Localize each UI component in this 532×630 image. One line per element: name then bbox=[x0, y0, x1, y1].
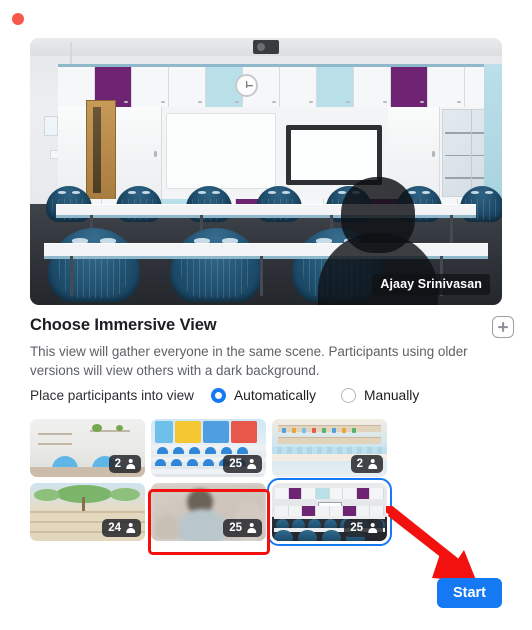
video-preview: Ajaay Srinivasan bbox=[30, 38, 502, 305]
capacity-count: 2 bbox=[114, 458, 121, 470]
capacity-badge: 2 bbox=[108, 455, 141, 473]
capacity-count: 24 bbox=[108, 522, 121, 534]
scene-thumbnail-amphitheater[interactable]: 24 bbox=[30, 483, 145, 541]
radio-manually-label: Manually bbox=[364, 387, 420, 403]
wall-clock-icon bbox=[235, 74, 258, 97]
scene-thumbnail-lounge[interactable]: 2 bbox=[30, 419, 145, 477]
scene-thumbnail-blurred-room[interactable]: 25 bbox=[151, 483, 266, 541]
capacity-badge: 25 bbox=[344, 519, 383, 537]
start-button[interactable]: Start bbox=[436, 578, 502, 608]
preview-scene-art bbox=[30, 38, 502, 305]
capacity-badge: 25 bbox=[223, 519, 262, 537]
person-icon bbox=[246, 459, 257, 470]
capacity-count: 2 bbox=[356, 458, 363, 470]
add-immersive-view-button[interactable] bbox=[492, 316, 514, 338]
capacity-badge: 2 bbox=[350, 455, 383, 473]
window-titlebar bbox=[0, 0, 532, 32]
radio-automatically-indicator[interactable] bbox=[210, 387, 226, 403]
person-icon bbox=[367, 459, 378, 470]
section-header: Choose Immersive View bbox=[30, 316, 514, 340]
capacity-badge: 24 bbox=[102, 519, 141, 537]
scene-thumbnail-classroom[interactable]: 25 bbox=[267, 478, 392, 546]
radio-option-manually[interactable]: Manually bbox=[341, 387, 420, 403]
radio-manually-indicator[interactable] bbox=[341, 387, 357, 403]
capacity-count: 25 bbox=[229, 522, 242, 534]
scene-thumbnail-grid: 2 25 2 24 25 25 bbox=[30, 419, 506, 546]
page-title: Choose Immersive View bbox=[30, 316, 217, 334]
person-icon bbox=[367, 523, 378, 534]
scene-thumbnail-colorful-classroom[interactable]: 25 bbox=[151, 419, 266, 477]
immersive-view-window: Ajaay Srinivasan Choose Immersive View T… bbox=[0, 0, 532, 630]
capacity-count: 25 bbox=[350, 522, 363, 534]
participant-name-label: Ajaay Srinivasan bbox=[372, 274, 490, 295]
close-window-button[interactable] bbox=[12, 13, 24, 25]
placement-label: Place participants into view bbox=[30, 387, 194, 403]
scene-thumbnail-cafe-kitchen[interactable]: 2 bbox=[272, 419, 387, 477]
radio-option-automatically[interactable]: Automatically bbox=[210, 387, 317, 403]
person-icon bbox=[246, 523, 257, 534]
person-icon bbox=[125, 523, 136, 534]
capacity-count: 25 bbox=[229, 458, 242, 470]
placement-options-row: Place participants into view Automatical… bbox=[30, 385, 419, 405]
person-icon bbox=[125, 459, 136, 470]
radio-automatically-label: Automatically bbox=[233, 387, 317, 403]
capacity-badge: 25 bbox=[223, 455, 262, 473]
section-description: This view will gather everyone in the sa… bbox=[30, 344, 468, 378]
